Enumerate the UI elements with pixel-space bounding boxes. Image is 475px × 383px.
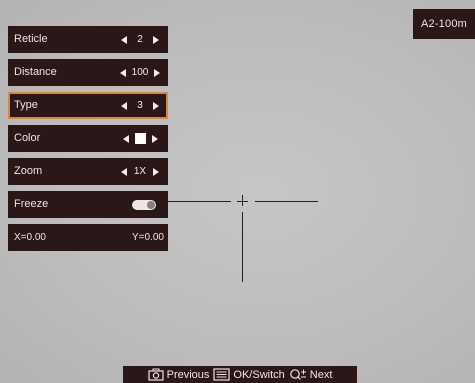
hint-next: Next bbox=[289, 368, 333, 381]
left-arrow-icon[interactable] bbox=[121, 101, 127, 110]
left-arrow-icon[interactable] bbox=[119, 68, 126, 77]
menu-row-coordinates: X=0.00 Y=0.00 bbox=[8, 224, 168, 251]
left-arrow-icon[interactable] bbox=[122, 134, 129, 143]
camera-icon bbox=[148, 368, 164, 381]
menu-row-freeze[interactable]: Freeze bbox=[8, 191, 168, 218]
type-value: 3 bbox=[137, 100, 143, 111]
button-hint-bar: Previous OK/Switch Next bbox=[123, 366, 357, 383]
left-arrow-icon[interactable] bbox=[121, 35, 127, 44]
row-label-type: Type bbox=[14, 99, 38, 111]
left-arrow-icon[interactable] bbox=[121, 167, 127, 176]
color-swatch bbox=[134, 133, 146, 144]
reticle-line-bottom bbox=[242, 212, 243, 282]
menu-row-zoom[interactable]: Zoom 1X bbox=[8, 158, 168, 185]
menu-icon bbox=[213, 368, 231, 381]
right-arrow-icon[interactable] bbox=[151, 134, 158, 143]
row-label-zoom: Zoom bbox=[14, 165, 43, 177]
zoom-value: 1X bbox=[133, 166, 147, 177]
reticle-center-vertical bbox=[242, 195, 243, 206]
hint-previous: Previous bbox=[148, 368, 210, 381]
right-arrow-icon[interactable] bbox=[153, 167, 159, 176]
hint-next-label: Next bbox=[309, 368, 333, 381]
distance-value-selector: 100 bbox=[112, 59, 168, 86]
thermal-viewport: A2-100m Reticle 2 Distance 100 Type 3 Co… bbox=[0, 0, 475, 383]
menu-row-distance[interactable]: Distance 100 bbox=[8, 59, 168, 86]
right-arrow-icon[interactable] bbox=[153, 101, 159, 110]
right-arrow-icon[interactable] bbox=[154, 68, 161, 77]
zoom-value-selector: 1X bbox=[112, 158, 168, 185]
color-value-selector bbox=[112, 125, 168, 152]
hint-ok-switch-label: OK/Switch bbox=[233, 368, 285, 381]
right-arrow-icon[interactable] bbox=[153, 35, 159, 44]
x-coordinate: X=0.00 bbox=[14, 232, 46, 243]
distance-value: 100 bbox=[131, 67, 149, 78]
hint-ok-switch: OK/Switch bbox=[213, 368, 285, 381]
toggle-knob bbox=[147, 201, 155, 209]
type-value-selector: 3 bbox=[112, 92, 168, 119]
reticle-value-selector: 2 bbox=[112, 26, 168, 53]
hint-previous-label: Previous bbox=[166, 368, 210, 381]
row-label-distance: Distance bbox=[14, 66, 57, 78]
reticle-line-left bbox=[168, 201, 231, 202]
menu-row-type[interactable]: Type 3 bbox=[8, 92, 168, 119]
y-coordinate: Y=0.00 bbox=[132, 232, 164, 243]
row-label-color: Color bbox=[14, 132, 41, 144]
zoom-icon bbox=[289, 368, 307, 381]
menu-row-color[interactable]: Color bbox=[8, 125, 168, 152]
row-label-reticle: Reticle bbox=[14, 33, 48, 45]
reticle-line-right bbox=[255, 201, 318, 202]
row-label-freeze: Freeze bbox=[14, 198, 49, 210]
profile-badge: A2-100m bbox=[413, 9, 475, 39]
menu-row-reticle[interactable]: Reticle 2 bbox=[8, 26, 168, 53]
reticle-value: 2 bbox=[137, 34, 143, 45]
freeze-toggle[interactable] bbox=[132, 200, 156, 210]
